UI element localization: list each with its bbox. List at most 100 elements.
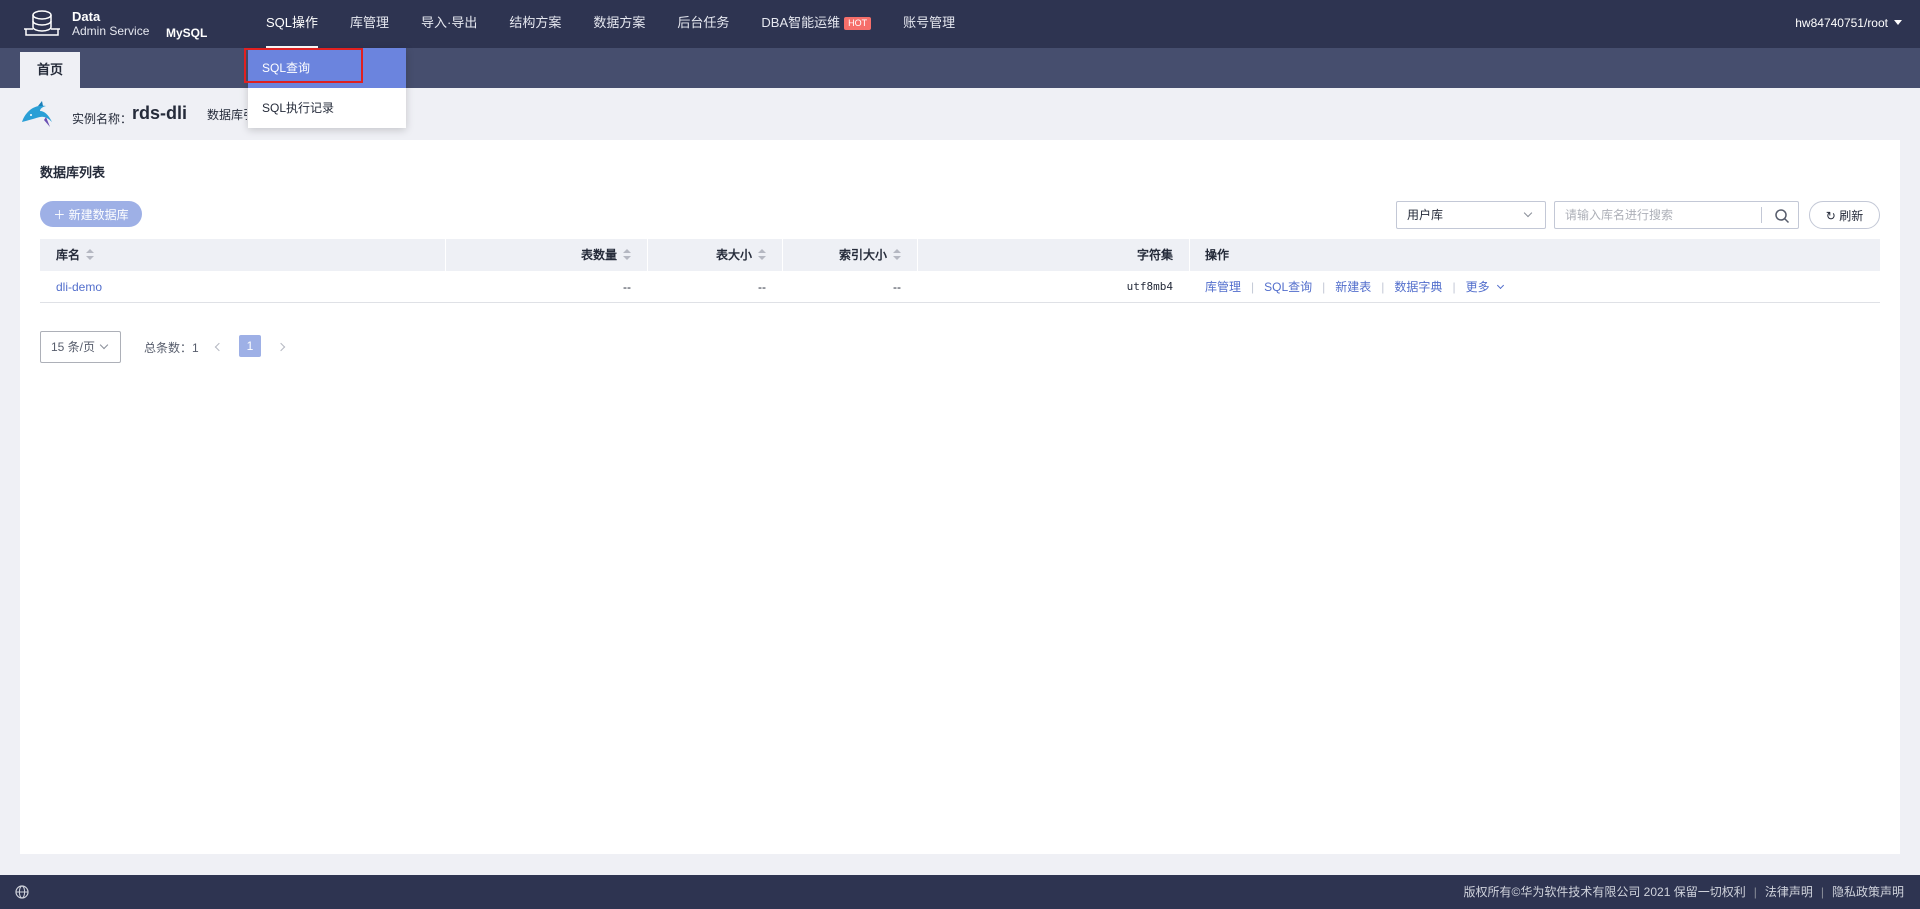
chevron-down-icon <box>1523 208 1533 218</box>
sort-icon <box>758 249 766 261</box>
op-divider: | <box>1251 280 1255 294</box>
row-operations: 库管理 | SQL查询 | 新建表 | 数据字典 | 更多 <box>1202 271 1506 303</box>
page-size-select[interactable]: 15 条/页 <box>40 331 121 363</box>
footer-divider: | <box>1753 885 1757 899</box>
current-page[interactable]: 1 <box>239 335 261 357</box>
menu-item-sql-history[interactable]: SQL执行记录 <box>248 88 406 128</box>
cell-charset: utf8mb4 <box>1126 280 1173 293</box>
nav-label: 账号管理 <box>903 15 956 30</box>
next-page-icon[interactable] <box>276 342 286 352</box>
brand-line2: Admin Service <box>72 24 150 38</box>
privacy-link[interactable]: 隐私政策声明 <box>1832 885 1904 899</box>
refresh-label: 刷新 <box>1839 209 1864 223</box>
column-divider <box>1189 239 1190 271</box>
header-label: 表大小 <box>715 248 752 262</box>
header-charset: 字符集 <box>1136 248 1173 262</box>
op-sql-query-link[interactable]: SQL查询 <box>1264 280 1312 294</box>
nav-label: 数据方案 <box>593 15 646 30</box>
op-divider: | <box>1322 280 1326 294</box>
op-divider: | <box>1452 280 1456 294</box>
op-more-label: 更多 <box>1465 280 1490 294</box>
nav-db-management[interactable]: 库管理 <box>334 0 405 48</box>
table-header: 库名 表数量 表大小 索引大小 字符集 操作 <box>40 239 1880 271</box>
footer-links: 版权所有©华为软件技术有限公司 2021 保留一切权利 | 法律声明 | 隐私政策声明 <box>1464 875 1905 909</box>
header-index-size[interactable]: 索引大小 <box>782 239 917 271</box>
user-name: hw84740751/root <box>1795 16 1888 30</box>
op-divider: | <box>1381 280 1385 294</box>
cell-index-size: -- <box>893 280 901 294</box>
refresh-icon: ↻ <box>1825 209 1836 223</box>
sort-icon <box>893 249 901 261</box>
nav-label: 导入·导出 <box>421 15 478 30</box>
brand-db-type: MySQL <box>166 26 208 40</box>
database-list-card: 数据库列表 ＋ 新建数据库 用户库 ↻ 刷新 库名 表数量 表大小 索引大小 字… <box>20 140 1900 854</box>
user-menu[interactable]: hw84740751/root <box>1795 0 1902 46</box>
copyright-text: 版权所有©华为软件技术有限公司 2021 保留一切权利 <box>1463 885 1746 899</box>
nav-label: SQL操作 <box>266 15 319 30</box>
new-database-label: 新建数据库 <box>68 208 129 222</box>
nav-schema-plan[interactable]: 结构方案 <box>493 0 577 48</box>
footer-divider: | <box>1820 885 1824 899</box>
brand-text: Data Admin Service <box>72 9 150 39</box>
op-data-dictionary-link[interactable]: 数据字典 <box>1394 280 1442 294</box>
nav-background-tasks[interactable]: 后台任务 <box>661 0 745 48</box>
refresh-button[interactable]: ↻ 刷新 <box>1809 201 1880 229</box>
chevron-down-icon <box>99 340 109 350</box>
header-table-size[interactable]: 表大小 <box>647 239 782 271</box>
sort-icon <box>86 249 95 261</box>
sort-icon <box>623 249 631 261</box>
op-db-management-link[interactable]: 库管理 <box>1205 280 1241 294</box>
page-title: 数据库列表 <box>40 165 106 180</box>
db-type-value: 用户库 <box>1407 208 1444 222</box>
new-database-button[interactable]: ＋ 新建数据库 <box>40 201 142 227</box>
brand-line1: Data <box>72 9 101 24</box>
op-new-table-link[interactable]: 新建表 <box>1335 280 1371 294</box>
nav-dba-ops[interactable]: DBA智能运维 HOT <box>745 0 887 48</box>
prev-page-icon[interactable] <box>214 342 224 352</box>
database-logo-icon <box>24 10 60 36</box>
db-type-select[interactable]: 用户库 <box>1396 201 1546 229</box>
nav-label: 结构方案 <box>509 15 562 30</box>
cell-table-size: -- <box>758 280 766 294</box>
header-label: 库名 <box>56 248 81 262</box>
search-divider <box>1761 207 1762 223</box>
chevron-down-icon <box>1496 281 1504 290</box>
nav-sql-operations[interactable]: SQL操作 <box>250 0 334 48</box>
search-icon[interactable] <box>1774 208 1790 224</box>
total-count: 总条数：1 <box>144 341 199 355</box>
nav-account-management[interactable]: 账号管理 <box>887 0 971 48</box>
plus-icon: ＋ <box>53 208 66 222</box>
mysql-dolphin-icon <box>22 101 52 127</box>
db-name-link[interactable]: dli-demo <box>56 271 102 303</box>
instance-engine-label: 数据库引擎 <box>207 108 247 122</box>
nav-label: DBA智能运维 <box>761 15 841 30</box>
menu-item-sql-query[interactable]: SQL查询 <box>248 48 406 88</box>
database-table: 库名 表数量 表大小 索引大小 字符集 操作 dli-demo -- -- --… <box>40 239 1880 303</box>
header-table-count[interactable]: 表数量 <box>445 239 647 271</box>
nav-label: 库管理 <box>350 15 390 30</box>
instance-name-label: 实例名称： <box>72 112 133 126</box>
legal-link[interactable]: 法律声明 <box>1765 885 1813 899</box>
tab-home[interactable]: 首页 <box>20 52 80 88</box>
search-box <box>1554 201 1799 229</box>
nav-data-plan[interactable]: 数据方案 <box>577 0 661 48</box>
globe-icon[interactable] <box>15 885 29 899</box>
table-row: dli-demo -- -- -- utf8mb4 库管理 | SQL查询 | 新建表 |… <box>40 271 1880 303</box>
footer: 版权所有©华为软件技术有限公司 2021 保留一切权利 | 法律声明 | 隐私政策声明 <box>0 875 1920 909</box>
instance-name: rds-dli <box>132 103 188 123</box>
nav-import-export[interactable]: 导入·导出 <box>405 0 493 48</box>
header-label: 索引大小 <box>838 248 887 262</box>
cell-table-count: -- <box>623 280 631 294</box>
sql-operations-dropdown: SQL查询 SQL执行记录 <box>248 48 406 128</box>
page-size-value: 15 条/页 <box>51 340 96 354</box>
header-operations: 操作 <box>1205 248 1230 262</box>
op-more-link[interactable]: 更多 <box>1465 280 1504 294</box>
header-label: 表数量 <box>580 248 617 262</box>
header-db-name[interactable]: 库名 <box>56 239 95 271</box>
main-nav: SQL操作 库管理 导入·导出 结构方案 数据方案 后台任务 DBA智能运维 HO… <box>250 0 971 48</box>
top-navbar: Data Admin Service MySQL SQL操作 库管理 导入·导出… <box>0 0 1920 48</box>
hot-badge: HOT <box>844 17 872 30</box>
search-input[interactable] <box>1555 202 1761 228</box>
caret-down-icon <box>1894 20 1902 25</box>
nav-label: 后台任务 <box>677 15 730 30</box>
